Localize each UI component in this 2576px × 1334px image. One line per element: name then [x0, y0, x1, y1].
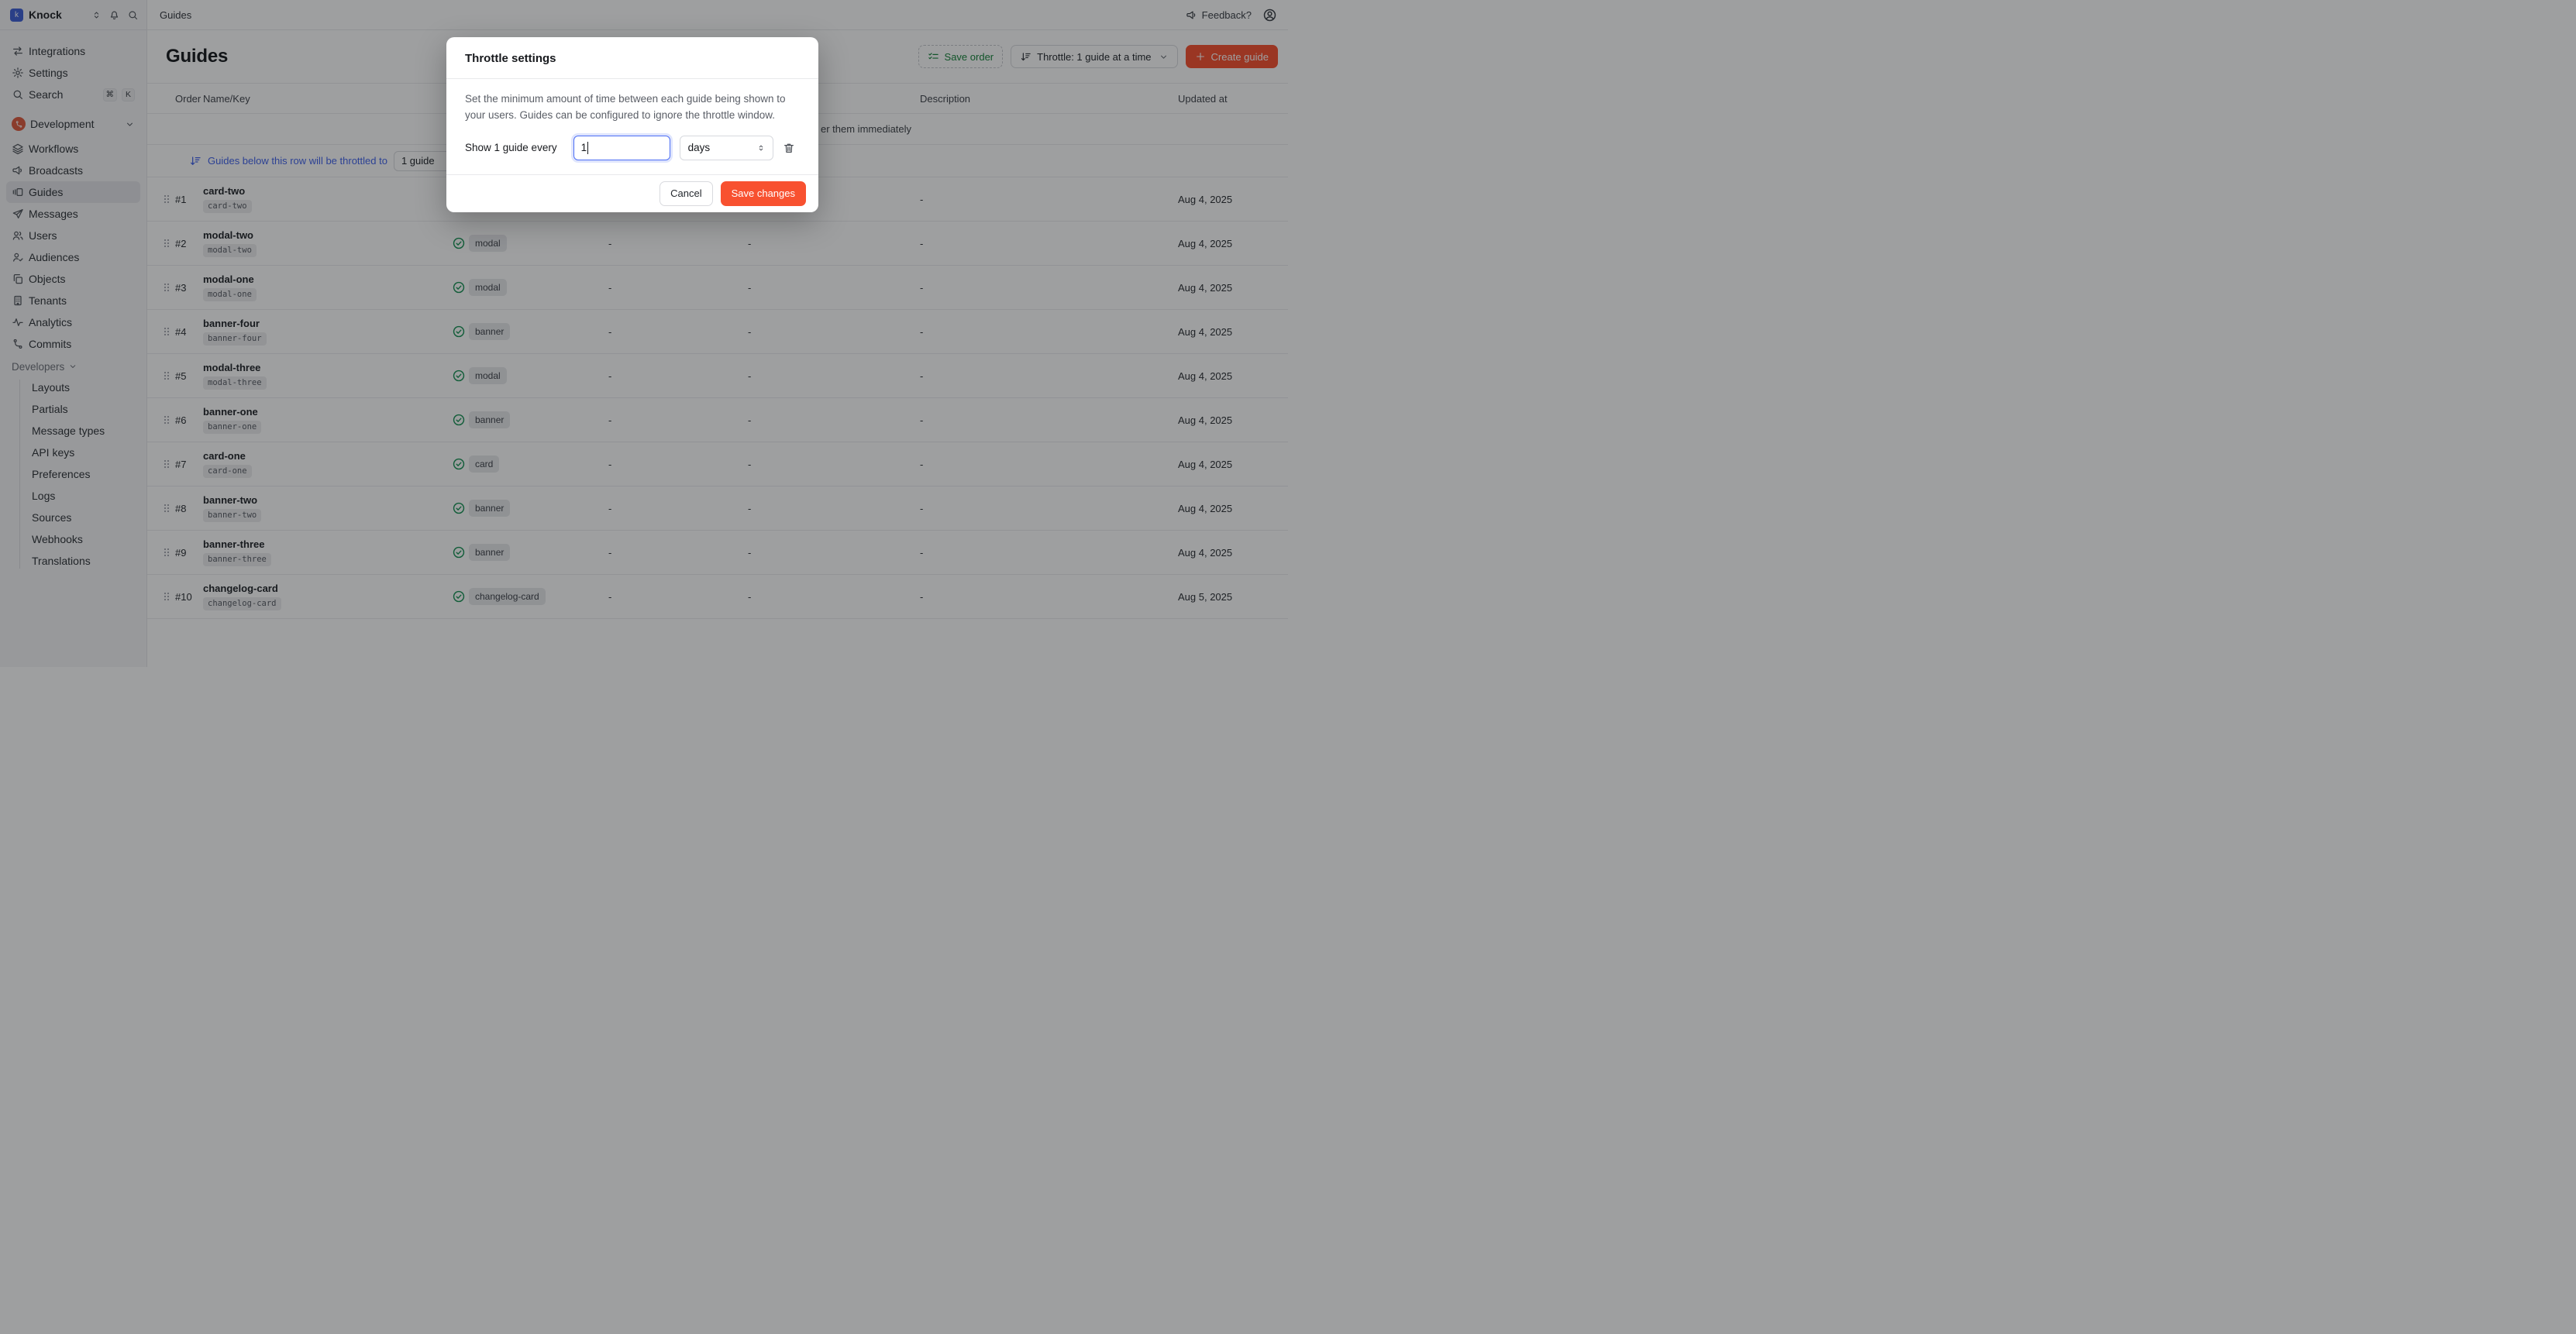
throttle-settings-modal: Throttle settings Set the minimum amount… — [446, 37, 818, 212]
modal-overlay[interactable] — [0, 0, 2576, 1334]
modal-description: Set the minimum amount of time between e… — [465, 91, 800, 124]
save-changes-button[interactable]: Save changes — [721, 181, 806, 206]
modal-title: Throttle settings — [465, 52, 800, 65]
throttle-field-label: Show 1 guide every — [465, 142, 557, 153]
cancel-button[interactable]: Cancel — [659, 181, 712, 206]
remove-throttle-button[interactable] — [783, 142, 795, 154]
throttle-amount-input[interactable]: 1 — [573, 136, 670, 160]
throttle-unit-select[interactable]: days — [680, 136, 773, 160]
select-chevrons-icon — [756, 143, 766, 153]
